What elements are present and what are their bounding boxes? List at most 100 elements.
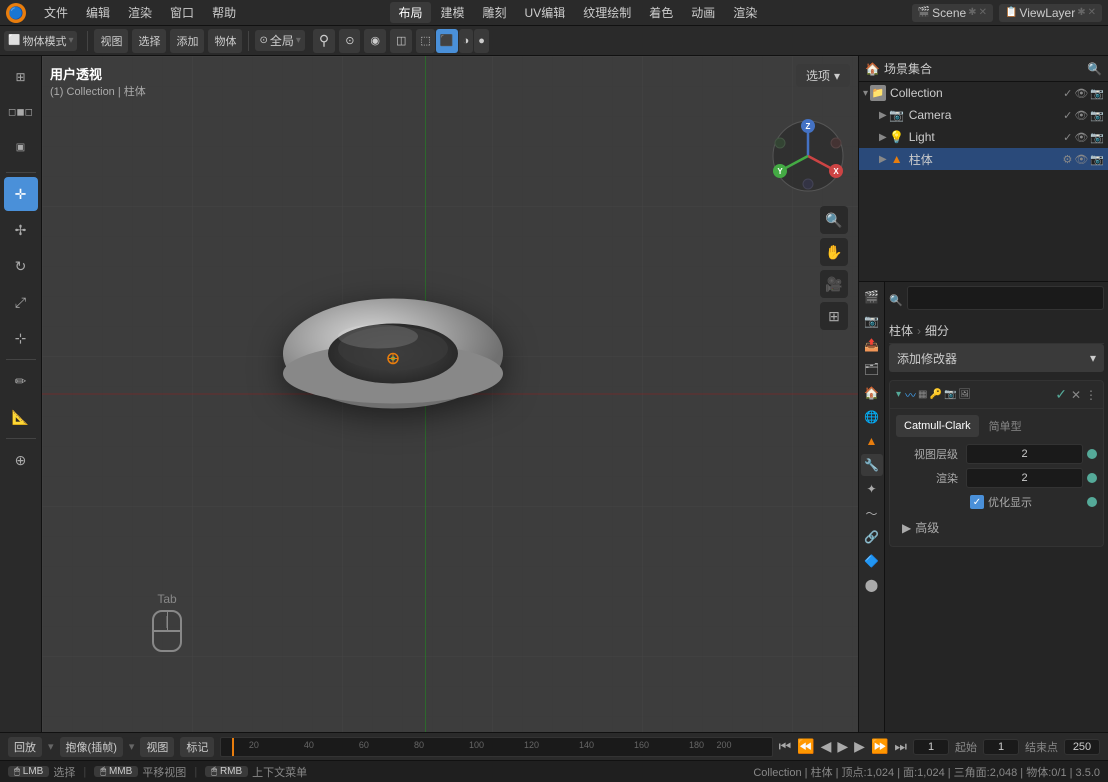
timeline-prev-frame[interactable]: ◀: [821, 738, 832, 755]
tool-transform[interactable]: ⊹: [4, 321, 38, 355]
viewport-3d[interactable]: 用户透视 (1) Collection | 柱体 选项 ▾: [42, 56, 858, 732]
outliner-item-collection[interactable]: ▾ 📁 Collection ✓ 👁 📷: [859, 82, 1108, 104]
modifier-search-input[interactable]: [907, 286, 1104, 310]
camera-check-icon[interactable]: ✓: [1063, 109, 1072, 122]
mod-icon-render[interactable]: 🖼: [958, 389, 971, 400]
mod-close-btn[interactable]: ✕: [1071, 388, 1081, 402]
timeline-start-frame[interactable]: 1: [983, 739, 1019, 755]
workspace-tab-modeling[interactable]: 建模: [433, 2, 473, 23]
viewport-gizmo[interactable]: Z X Y: [768, 116, 848, 196]
global-mode[interactable]: 全局: [270, 32, 294, 49]
view-level-value[interactable]: 2: [966, 444, 1083, 464]
prop-data-icon[interactable]: 🔷: [861, 550, 883, 572]
prop-modifier-icon[interactable]: 🔧: [861, 454, 883, 476]
menu-edit[interactable]: 编辑: [78, 2, 118, 23]
scene-filter-btn[interactable]: 🔍: [1087, 62, 1102, 76]
tool-scale[interactable]: ⤢: [4, 285, 38, 319]
xray-btn[interactable]: ◫: [390, 29, 412, 53]
shade-wire[interactable]: ⬚: [416, 29, 434, 53]
vp-pan-btn[interactable]: ✋: [820, 238, 848, 266]
prop-constraints-icon[interactable]: 🔗: [861, 526, 883, 548]
timeline-view-btn[interactable]: 视图: [140, 737, 174, 757]
proportional-btn[interactable]: ⊙: [339, 29, 360, 53]
timeline-interpolation-btn[interactable]: 抱像(插帧): [60, 737, 123, 757]
timeline-scrubber[interactable]: 20 40 60 80 100 120 140 160 180 200: [220, 737, 772, 757]
prop-material-icon[interactable]: ⬤: [861, 574, 883, 596]
light-eye-icon[interactable]: 👁: [1074, 131, 1088, 144]
mod-tab-simple[interactable]: 简单型: [981, 415, 1030, 437]
prop-scene2-icon[interactable]: 🏠: [861, 382, 883, 404]
timeline-next-frame[interactable]: ▶: [854, 738, 865, 755]
tool-move[interactable]: ✢: [4, 213, 38, 247]
mod-icon-curve[interactable]: 〰: [905, 387, 916, 403]
mode-icon-2[interactable]: ◻◼◻: [4, 95, 38, 129]
vp-zoom-btn[interactable]: 🔍: [820, 206, 848, 234]
menu-render[interactable]: 渲染: [120, 2, 160, 23]
toolbar-view[interactable]: 视图: [94, 29, 128, 53]
prop-view-layer-icon[interactable]: 🗂: [861, 358, 883, 380]
mod-icon-cam[interactable]: 📷: [944, 389, 956, 400]
tool-rotate[interactable]: ↻: [4, 249, 38, 283]
collection-camera-icon[interactable]: 📷: [1090, 87, 1104, 100]
optimize-checkbox[interactable]: ✓: [970, 495, 984, 509]
mod-more-btn[interactable]: ⋮: [1085, 388, 1097, 402]
timeline-next-key[interactable]: ⏩: [871, 738, 888, 755]
outliner-item-camera[interactable]: ▶ 📷 Camera ✓ 👁 📷: [859, 104, 1108, 126]
menu-file[interactable]: 文件: [36, 2, 76, 23]
camera-camera-icon[interactable]: 📷: [1090, 109, 1104, 122]
toolbar-select[interactable]: 选择: [132, 29, 166, 53]
timeline-jump-start[interactable]: ⏮: [779, 738, 792, 755]
toolbar-add[interactable]: 添加: [170, 29, 204, 53]
prop-world-icon[interactable]: 🌐: [861, 406, 883, 428]
mode-selector[interactable]: 物体模式: [22, 33, 66, 49]
shade-material[interactable]: ◑: [459, 29, 474, 53]
outliner-item-cylinder[interactable]: ▶ ▲ 柱体 ⚙ 👁 📷: [859, 148, 1108, 170]
cylinder-filter-icon[interactable]: ⚙: [1062, 153, 1072, 166]
mode-icon-1[interactable]: ⊞: [4, 60, 38, 94]
add-modifier-button[interactable]: 添加修改器 ▾: [889, 344, 1104, 372]
workspace-tab-sculpt[interactable]: 雕刻: [475, 2, 515, 23]
mod-icon-filter[interactable]: ▦: [918, 389, 927, 400]
timeline-playback-btn[interactable]: 回放: [8, 737, 42, 757]
vp-camera-btn[interactable]: 🎥: [820, 270, 848, 298]
scene-name[interactable]: Scene: [932, 6, 966, 20]
prop-physics-icon[interactable]: 〜: [861, 502, 883, 524]
render-value[interactable]: 2: [966, 468, 1083, 488]
shade-solid[interactable]: ⬛: [436, 29, 458, 53]
camera-eye-icon[interactable]: 👁: [1074, 109, 1088, 122]
light-check-icon[interactable]: ✓: [1063, 131, 1072, 144]
shade-render[interactable]: ●: [474, 29, 489, 53]
timeline-prev-key[interactable]: ⏪: [797, 738, 814, 755]
prop-output-icon[interactable]: 📤: [861, 334, 883, 356]
tool-cursor[interactable]: ✛: [4, 177, 38, 211]
workspace-tab-layout[interactable]: 布局: [390, 2, 430, 23]
timeline-play[interactable]: ▶: [837, 738, 848, 755]
viewlayer-name[interactable]: ViewLayer: [1019, 6, 1075, 20]
modifier-toggle[interactable]: ▾: [896, 389, 901, 400]
cylinder-camera-icon[interactable]: 📷: [1090, 153, 1104, 166]
outliner-item-light[interactable]: ▶ 💡 Light ✓ 👁 📷: [859, 126, 1108, 148]
mod-tab-catmull[interactable]: Catmull-Clark: [896, 415, 979, 437]
cylinder-eye-icon[interactable]: 👁: [1074, 153, 1088, 166]
workspace-tab-texture-paint[interactable]: 纹理绘制: [575, 2, 639, 23]
mod-icon-key[interactable]: 🔑: [929, 389, 941, 400]
workspace-tab-shading[interactable]: 着色: [641, 2, 681, 23]
workspace-tab-render[interactable]: 渲染: [725, 2, 765, 23]
toolbar-object[interactable]: 物体: [208, 29, 242, 53]
mode-icon-3[interactable]: ▣: [4, 130, 38, 164]
mod-enabled-toggle[interactable]: ✓: [1055, 386, 1067, 403]
advanced-section[interactable]: ▶ 高级: [896, 515, 1097, 540]
menu-window[interactable]: 窗口: [162, 2, 202, 23]
workspace-tab-uv[interactable]: UV编辑: [517, 2, 574, 23]
prop-particles-icon[interactable]: ✦: [861, 478, 883, 500]
tool-annotate[interactable]: ✏: [4, 364, 38, 398]
snap-btn[interactable]: ⚲: [313, 29, 335, 53]
menu-help[interactable]: 帮助: [204, 2, 244, 23]
viewport-options-button[interactable]: 选项 ▾: [796, 64, 850, 87]
prop-render-icon[interactable]: 📷: [861, 310, 883, 332]
tool-add[interactable]: ⊕: [4, 443, 38, 477]
tool-measure[interactable]: 📐: [4, 400, 38, 434]
prop-object-icon[interactable]: ▲: [861, 430, 883, 452]
overlay-btn[interactable]: ◉: [364, 29, 386, 53]
vp-grid-btn[interactable]: ⊞: [820, 302, 848, 330]
